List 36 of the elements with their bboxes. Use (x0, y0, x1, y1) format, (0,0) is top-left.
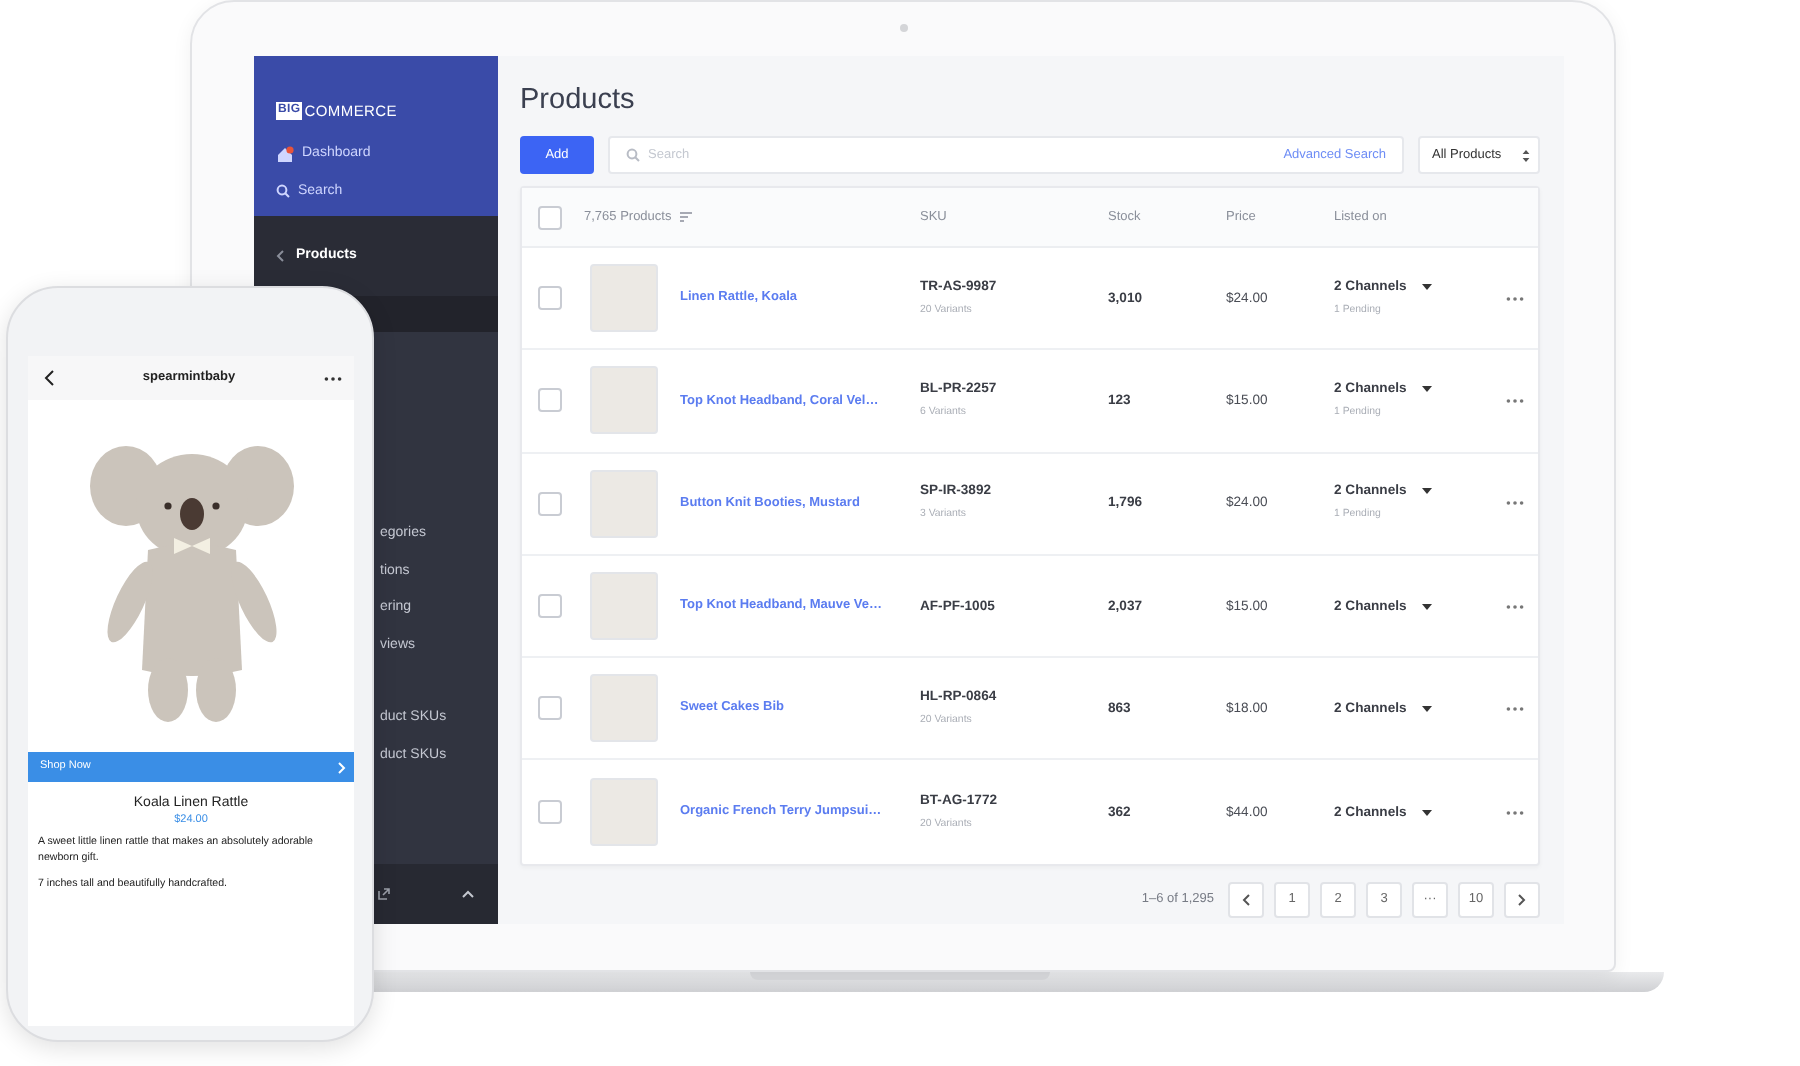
home-icon (276, 146, 294, 163)
row-checkbox[interactable] (538, 594, 562, 619)
caret-down-icon[interactable] (1422, 603, 1433, 610)
product-photo-placeholder (590, 674, 658, 743)
search-icon (276, 184, 290, 199)
select-all-checkbox[interactable] (538, 205, 562, 229)
page-title: Products (520, 82, 637, 120)
product-photo-placeholder (590, 778, 658, 847)
product-photo-placeholder (590, 264, 658, 333)
caret-down-icon[interactable] (1422, 705, 1433, 712)
search-icon (626, 148, 640, 162)
caret-down-icon[interactable] (1422, 385, 1433, 392)
chevron-left-icon (1242, 893, 1250, 906)
caret-down-icon[interactable] (1422, 488, 1433, 495)
chevron-left-icon (276, 250, 284, 262)
chevron-right-icon (1518, 893, 1526, 906)
external-link-icon[interactable] (378, 888, 390, 900)
more-icon[interactable] (324, 375, 342, 381)
row-checkbox[interactable] (538, 388, 562, 413)
sort-arrows-icon (1522, 147, 1530, 163)
product-photo-placeholder (590, 469, 658, 538)
row-checkbox[interactable] (538, 491, 562, 516)
caret-down-icon[interactable] (1422, 809, 1433, 816)
row-checkbox[interactable] (538, 696, 562, 721)
sort-icon[interactable] (679, 212, 692, 222)
product-photo-placeholder (590, 572, 658, 641)
row-checkbox[interactable] (538, 286, 562, 311)
row-checkbox[interactable] (538, 800, 562, 825)
chevron-up-icon[interactable] (462, 890, 474, 898)
next-page-button[interactable] (1504, 881, 1540, 918)
product-photo-placeholder (590, 366, 658, 435)
caret-down-icon[interactable] (1422, 283, 1433, 290)
back-icon[interactable] (44, 370, 54, 386)
previous-page-button[interactable] (1228, 881, 1264, 918)
camera-icon (900, 24, 908, 32)
chevron-right-icon (338, 761, 346, 773)
